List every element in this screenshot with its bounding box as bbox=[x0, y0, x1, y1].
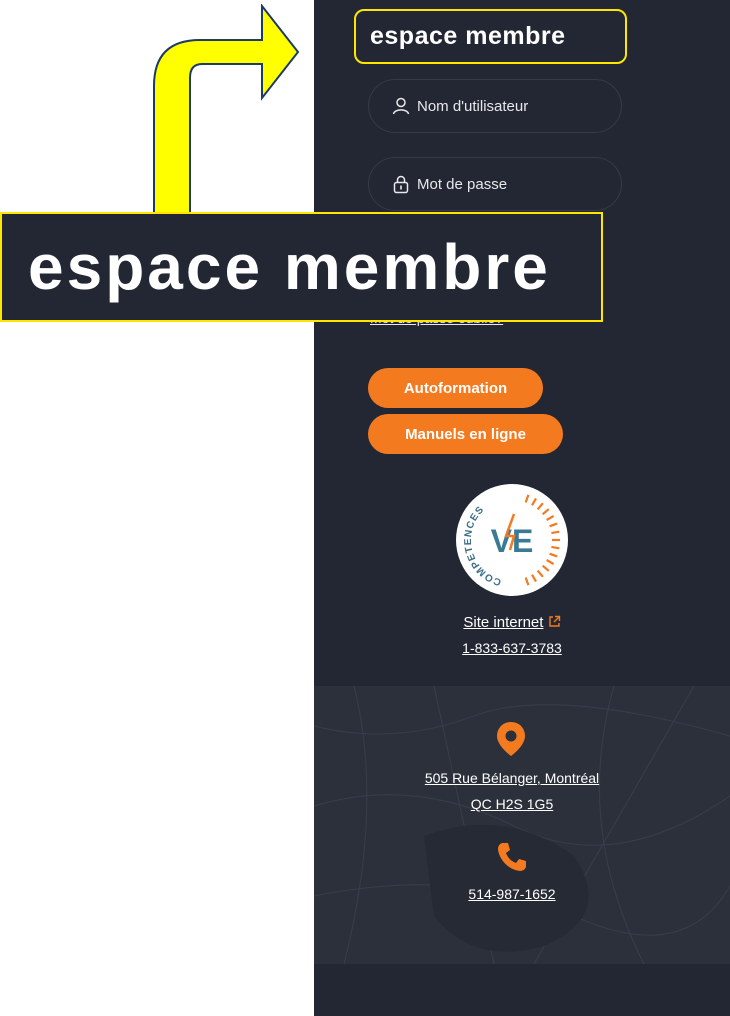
sidebar-panel: espace membre Nom d'utilisateur Mot de p… bbox=[314, 0, 730, 1016]
password-placeholder: Mot de passe bbox=[417, 175, 508, 193]
bottom-strip bbox=[314, 964, 730, 1016]
competences-ve-logo: COMPETENCES VE bbox=[456, 484, 568, 596]
espace-membre-title: espace membre bbox=[354, 9, 627, 64]
address-line-2[interactable]: QC H2S 1G5 bbox=[314, 796, 710, 812]
password-field[interactable]: Mot de passe bbox=[368, 157, 622, 211]
phone-icon bbox=[498, 843, 526, 871]
external-link-icon bbox=[548, 615, 560, 627]
lock-icon bbox=[391, 174, 411, 194]
user-icon bbox=[391, 96, 411, 116]
contact-map-section: 505 Rue Bélanger, Montréal QC H2S 1G5 51… bbox=[314, 686, 730, 964]
espace-membre-title-text: espace membre bbox=[370, 22, 566, 50]
autoformation-button[interactable]: Autoformation bbox=[368, 368, 543, 408]
arrow-icon bbox=[153, 4, 300, 241]
site-internet-label: Site internet bbox=[463, 614, 544, 631]
site-internet-link[interactable]: Site internet bbox=[314, 614, 710, 631]
site-phone-link[interactable]: 1-833-637-3783 bbox=[314, 640, 710, 656]
username-placeholder: Nom d'utilisateur bbox=[417, 97, 529, 115]
address-line-1[interactable]: 505 Rue Bélanger, Montréal bbox=[314, 770, 710, 786]
username-field[interactable]: Nom d'utilisateur bbox=[368, 79, 622, 133]
map-pin-icon bbox=[497, 722, 525, 756]
espace-membre-callout-text: espace membre bbox=[28, 231, 551, 303]
espace-membre-callout: espace membre bbox=[0, 212, 603, 322]
footer-phone-link[interactable]: 514-987-1652 bbox=[314, 886, 710, 902]
manuels-button[interactable]: Manuels en ligne bbox=[368, 414, 563, 454]
